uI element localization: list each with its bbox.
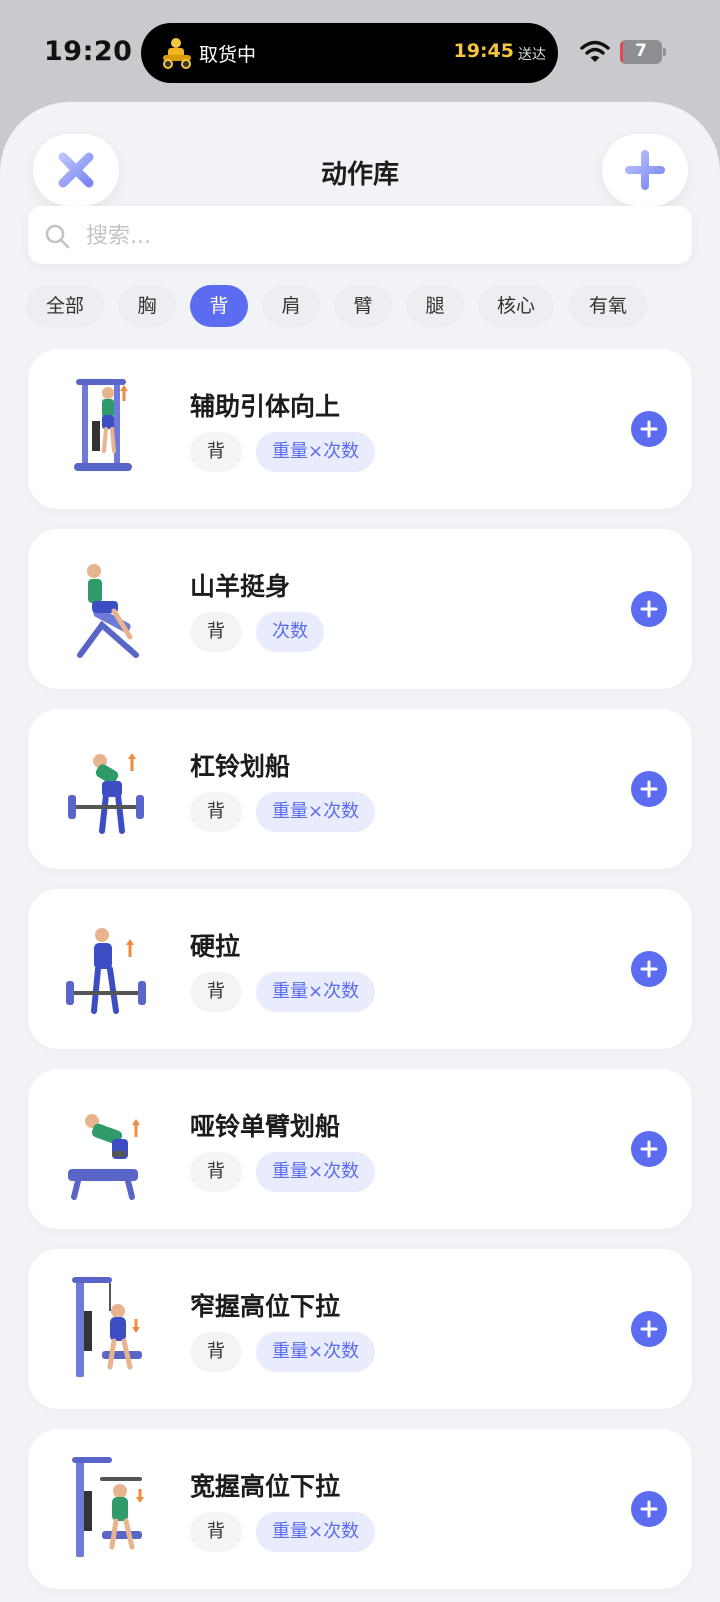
- dynamic-island-delivery[interactable]: 取货中 19:45 送达: [141, 23, 558, 83]
- add-exercise-plus-button[interactable]: [631, 771, 667, 807]
- add-exercise-button[interactable]: [602, 134, 688, 206]
- plus-icon: [640, 420, 658, 438]
- status-time: 19:20: [44, 36, 133, 67]
- tracking-type-tag: 重量×次数: [256, 972, 376, 1012]
- assisted-pullup-figure-icon: [74, 379, 132, 471]
- delivery-rider-icon: [163, 38, 191, 69]
- exercise-name: 宽握高位下拉: [190, 1472, 341, 1501]
- exercise-name: 杠铃划船: [190, 752, 291, 781]
- add-exercise-plus-button[interactable]: [631, 591, 667, 627]
- add-exercise-plus-button[interactable]: [631, 951, 667, 987]
- battery-level: 7: [635, 41, 647, 61]
- exercise-card[interactable]: 哑铃单臂划船 背 重量×次数: [28, 1069, 692, 1229]
- exercise-library-sheet: 动作库 全部 胸 背 肩 臂 腿 核心 有氧: [0, 102, 720, 1602]
- delivery-eta-suffix: 送达: [518, 47, 546, 63]
- exercise-name: 哑铃单臂划船: [190, 1112, 341, 1141]
- exercise-card[interactable]: 宽握高位下拉 背 重量×次数: [28, 1429, 692, 1589]
- add-exercise-plus-button[interactable]: [631, 1131, 667, 1167]
- filter-chip-core[interactable]: 核心: [478, 285, 554, 327]
- tracking-type-tag: 次数: [256, 612, 324, 652]
- add-exercise-plus-button[interactable]: [631, 411, 667, 447]
- exercise-card[interactable]: 山羊挺身 背 次数: [28, 529, 692, 689]
- filter-chip-all[interactable]: 全部: [26, 285, 104, 327]
- delivery-status-label: 取货中: [199, 44, 257, 66]
- search-bar[interactable]: [28, 206, 692, 264]
- add-exercise-plus-button[interactable]: [631, 1311, 667, 1347]
- tracking-type-tag: 重量×次数: [256, 1152, 376, 1192]
- tracking-type-tag: 重量×次数: [256, 792, 376, 832]
- exercise-card[interactable]: 辅助引体向上 背 重量×次数: [28, 349, 692, 509]
- plus-icon: [640, 780, 658, 798]
- muscle-tag: 背: [190, 1152, 242, 1192]
- muscle-tag: 背: [190, 1332, 242, 1372]
- status-bar: 19:20 取货中 19:45 送达 7: [0, 0, 720, 104]
- exercise-name: 窄握高位下拉: [190, 1292, 341, 1321]
- filter-chip-back[interactable]: 背: [190, 285, 248, 327]
- exercise-name: 山羊挺身: [190, 572, 291, 601]
- plus-icon: [640, 600, 658, 618]
- filter-chip-cardio[interactable]: 有氧: [569, 285, 647, 327]
- filter-chip-shoulders[interactable]: 肩: [262, 285, 320, 327]
- tracking-type-tag: 重量×次数: [256, 432, 376, 472]
- muscle-tag: 背: [190, 792, 242, 832]
- muscle-tag: 背: [190, 1512, 242, 1552]
- exercise-name: 辅助引体向上: [190, 392, 341, 421]
- tracking-type-tag: 重量×次数: [256, 1332, 376, 1372]
- plus-icon: [640, 1500, 658, 1518]
- close-grip-pulldown-figure-icon: [72, 1277, 142, 1377]
- muscle-tag: 背: [190, 612, 242, 652]
- search-icon: [45, 224, 70, 249]
- filter-chip-chest[interactable]: 胸: [118, 285, 176, 327]
- filter-chip-arms[interactable]: 臂: [334, 285, 392, 327]
- exercise-name: 硬拉: [190, 932, 241, 961]
- plus-icon: [640, 1320, 658, 1338]
- exercise-card[interactable]: 杠铃划船 背 重量×次数: [28, 709, 692, 869]
- muscle-filter-chips: 全部 胸 背 肩 臂 腿 核心 有氧: [0, 285, 720, 327]
- wifi-icon: [580, 40, 610, 62]
- search-input[interactable]: [84, 215, 678, 257]
- dumbbell-row-figure-icon: [68, 1114, 140, 1200]
- wide-grip-pulldown-figure-icon: [72, 1457, 144, 1557]
- back-extension-figure-icon: [77, 564, 139, 658]
- battery-indicator: 7: [620, 40, 666, 64]
- barbell-row-figure-icon: [68, 753, 144, 834]
- exercise-card[interactable]: 硬拉 背 重量×次数: [28, 889, 692, 1049]
- filter-chip-legs[interactable]: 腿: [406, 285, 464, 327]
- tracking-type-tag: 重量×次数: [256, 1512, 376, 1552]
- delivery-eta: 19:45: [453, 40, 514, 62]
- plus-icon: [625, 150, 665, 190]
- plus-icon: [640, 960, 658, 978]
- muscle-tag: 背: [190, 972, 242, 1012]
- exercise-card[interactable]: 窄握高位下拉 背 重量×次数: [28, 1249, 692, 1409]
- add-exercise-plus-button[interactable]: [631, 1491, 667, 1527]
- plus-icon: [640, 1140, 658, 1158]
- deadlift-figure-icon: [66, 928, 146, 1014]
- muscle-tag: 背: [190, 432, 242, 472]
